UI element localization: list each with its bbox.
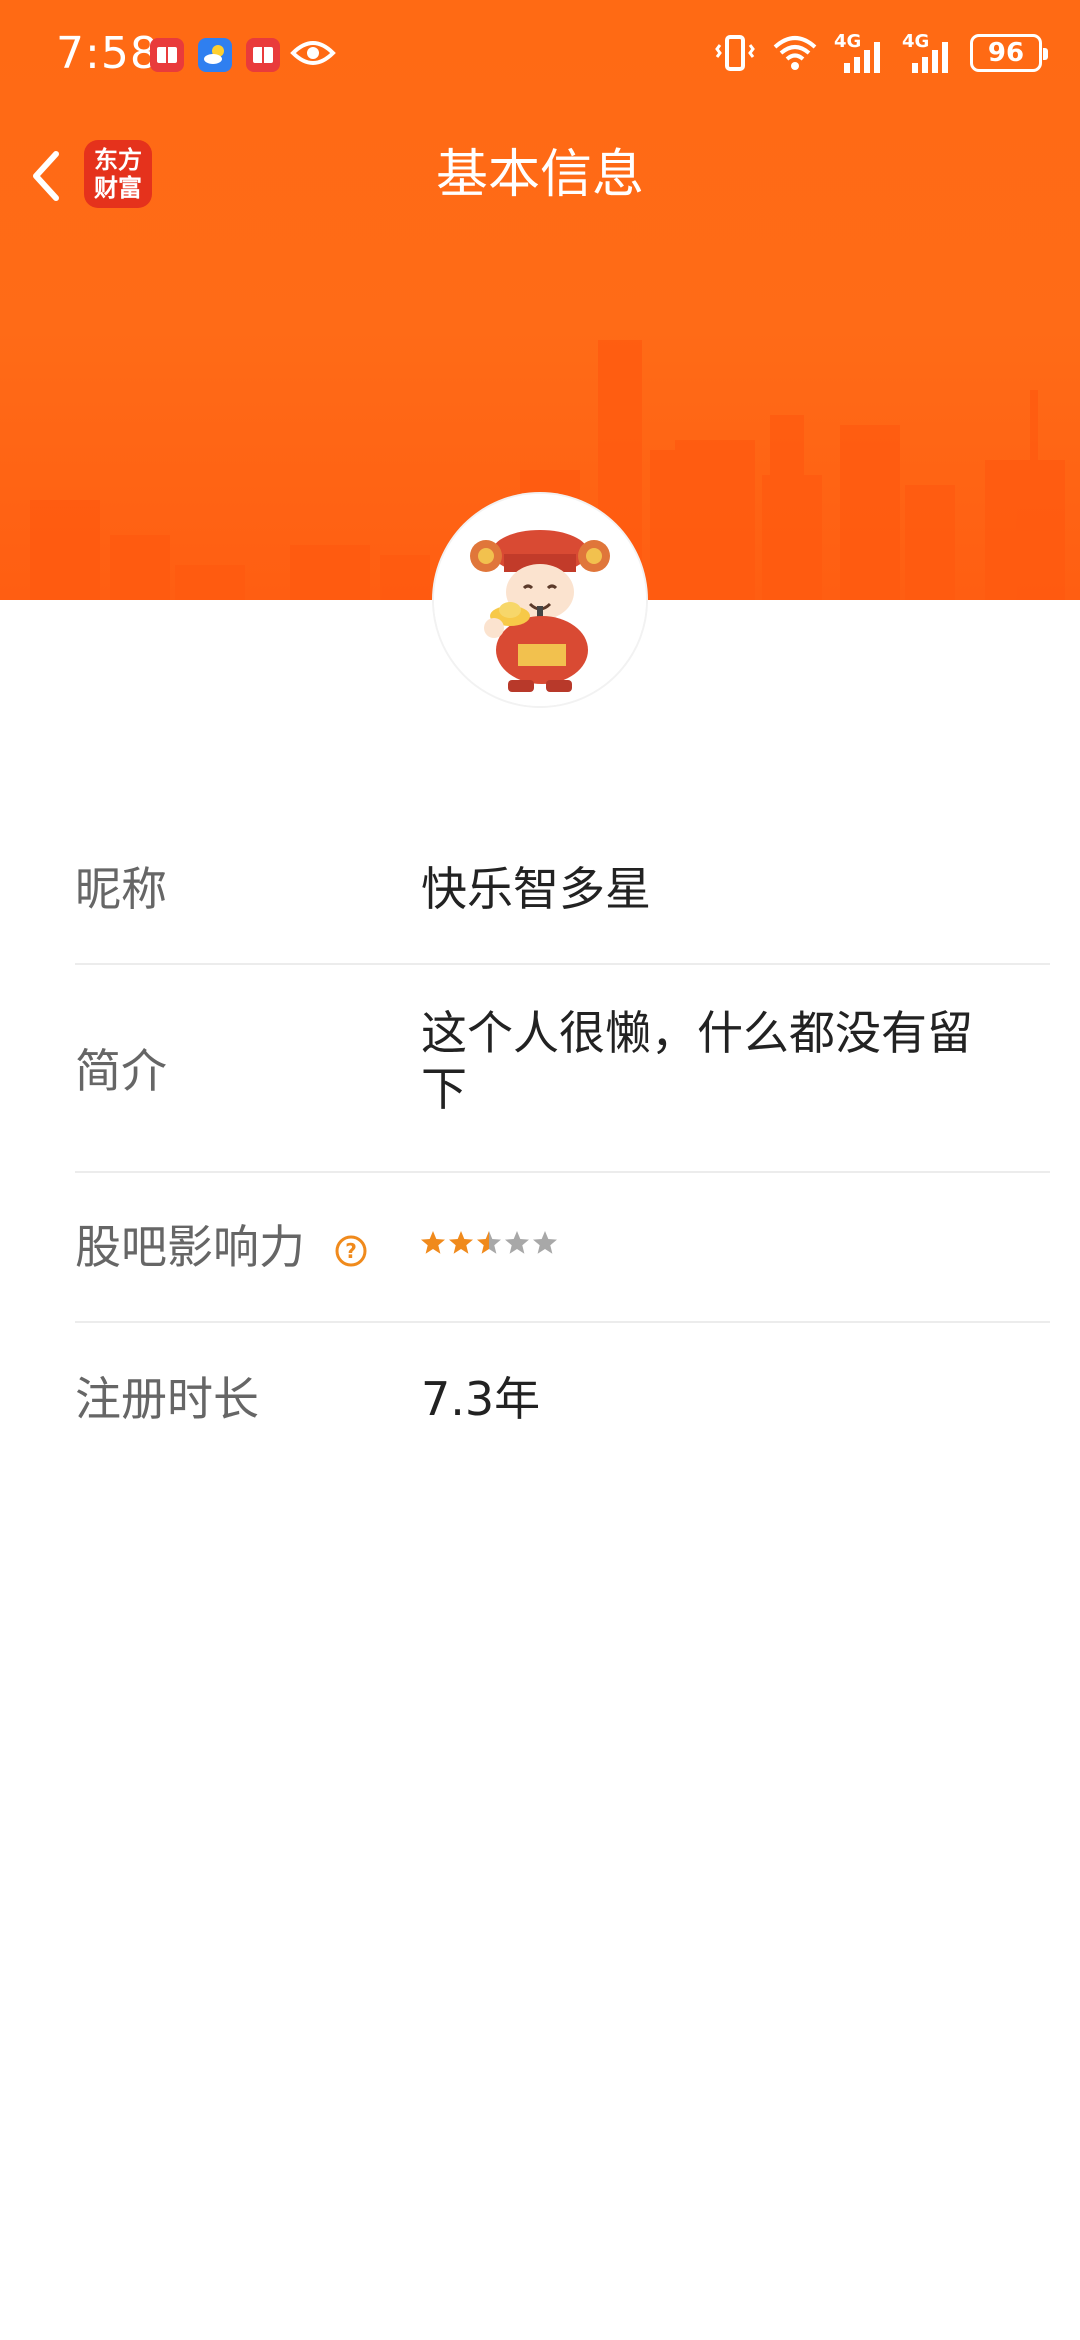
rating-star-icon [533,1231,557,1254]
registration-value: 7.3年 [421,1372,541,1426]
bio-value: 这个人很懒，什么都没有留下 [421,1006,973,1116]
influence-row: 股吧影响力 ? [75,1173,1050,1323]
profile-info-list: 昵称 快乐智多星 简介 这个人很懒，什么都没有留下 股吧影响力 ? 注册时长 7… [75,813,1050,1475]
battery-indicator: 96 [970,34,1048,72]
svg-text:?: ? [345,1239,357,1263]
registration-row: 注册时长 7.3年 [75,1323,1050,1475]
influence-label-text: 股吧影响力 [75,1220,305,1274]
eye-icon [290,41,336,65]
question-help-icon[interactable]: ? [334,1234,368,1268]
signal-bars-icon [912,42,948,73]
avatar[interactable] [434,494,646,706]
wifi-icon [773,36,817,70]
status-bar: 7:58 4G 4G 96 [0,0,1080,108]
rating-star-icon [477,1231,501,1254]
weather-app-notification-icon [198,38,232,72]
rating-star-icon [421,1231,445,1254]
nickname-row: 昵称 快乐智多星 [75,813,1050,965]
mobile-signal-1: 4G [834,31,886,73]
page-title: 基本信息 [435,145,644,205]
influence-star-rating [419,1229,559,1257]
rating-star-icon [449,1231,473,1254]
book-app-notification-icon [150,38,184,72]
nickname-label: 昵称 [75,862,167,916]
nickname-value: 快乐智多星 [421,862,651,916]
registration-label: 注册时长 [75,1372,259,1426]
bio-row: 简介 这个人很懒，什么都没有留下 [75,965,1050,1173]
god-of-wealth-avatar-icon [434,494,646,706]
navigation-bar: 东方 财富 基本信息 [0,130,1080,220]
rating-star-icon [505,1231,529,1254]
status-icons: 4G 4G 96 [714,28,1048,78]
mobile-signal-2: 4G [902,31,954,73]
battery-level: 96 [987,38,1025,68]
signal-bars-icon [844,42,880,73]
vibrate-icon [715,35,755,71]
bio-label: 简介 [75,1044,167,1098]
influence-label: 股吧影响力 ? [75,1217,368,1277]
book-app-notification-icon [246,38,280,72]
status-time: 7:58 [56,28,159,79]
